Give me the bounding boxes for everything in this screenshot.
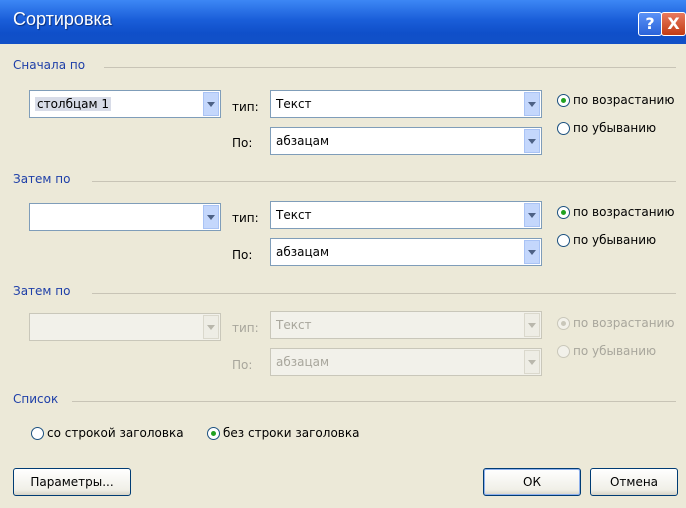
third-sort-type-value: Текст [276,318,312,332]
with-header-radio[interactable] [31,427,44,440]
third-sort-by-label: По: [232,358,253,372]
second-sort-type-label: тип: [232,211,259,225]
second-sort-field-combo[interactable] [29,203,221,231]
first-sort-by-label: По: [232,136,253,150]
first-sort-field-combo[interactable]: столбцам 1 [29,90,221,118]
chevron-down-icon[interactable] [524,240,540,264]
first-sort-type-value: Текст [276,97,312,111]
window-title: Сортировка [13,9,112,29]
section-second-sort-label: Затем по [13,172,71,186]
ok-button[interactable]: ОК [483,468,581,496]
second-sort-asc-radio[interactable] [557,206,570,219]
cancel-button[interactable]: Отмена [590,468,678,496]
section-third-sort-label: Затем по [13,284,71,298]
first-sort-asc-radio[interactable] [557,94,570,107]
section-divider [92,181,676,182]
third-sort-desc-radio[interactable] [557,345,570,358]
third-sort-type-combo[interactable]: Текст [270,311,542,339]
second-sort-desc-label[interactable]: по убыванию [573,233,656,247]
second-sort-asc-label[interactable]: по возрастанию [573,205,674,219]
close-button[interactable]: X [661,12,686,36]
chevron-down-icon[interactable] [203,205,219,229]
chevron-down-icon[interactable] [203,92,219,116]
options-button[interactable]: Параметры... [13,468,131,496]
first-sort-desc-radio[interactable] [557,122,570,135]
second-sort-by-combo[interactable]: абзацам [270,238,542,266]
third-sort-field-combo[interactable] [29,313,221,341]
third-sort-by-combo[interactable]: абзацам [270,348,542,376]
second-sort-type-value: Текст [276,208,312,222]
chevron-down-icon[interactable] [524,203,540,227]
chevron-down-icon[interactable] [524,350,540,374]
section-first-sort-label: Сначала по [13,58,86,72]
chevron-down-icon[interactable] [524,92,540,116]
chevron-down-icon[interactable] [524,129,540,153]
second-sort-by-value: абзацам [276,245,330,259]
chevron-down-icon[interactable] [524,313,540,337]
second-sort-desc-radio[interactable] [557,234,570,247]
title-bar: Сортировка ? X [0,0,686,44]
second-sort-type-combo[interactable]: Текст [270,201,542,229]
third-sort-type-label: тип: [232,321,259,335]
third-sort-asc-radio[interactable] [557,317,570,330]
with-header-label[interactable]: со строкой заголовка [47,426,184,440]
without-header-label[interactable]: без строки заголовка [223,426,359,440]
section-divider [72,401,676,402]
first-sort-desc-label[interactable]: по убыванию [573,121,656,135]
first-sort-type-label: тип: [232,100,259,114]
first-sort-asc-label[interactable]: по возрастанию [573,93,674,107]
third-sort-desc-label[interactable]: по убыванию [573,344,656,358]
third-sort-by-value: абзацам [276,355,330,369]
section-divider [104,67,676,68]
first-sort-type-combo[interactable]: Текст [270,90,542,118]
first-sort-field-value: столбцам 1 [35,97,112,111]
third-sort-asc-label[interactable]: по возрастанию [573,316,674,330]
help-button[interactable]: ? [638,12,662,36]
first-sort-by-value: абзацам [276,134,330,148]
second-sort-by-label: По: [232,248,253,262]
section-divider [92,293,676,294]
first-sort-by-combo[interactable]: абзацам [270,127,542,155]
chevron-down-icon[interactable] [203,315,219,339]
without-header-radio[interactable] [207,427,220,440]
section-list-label: Список [13,392,59,406]
